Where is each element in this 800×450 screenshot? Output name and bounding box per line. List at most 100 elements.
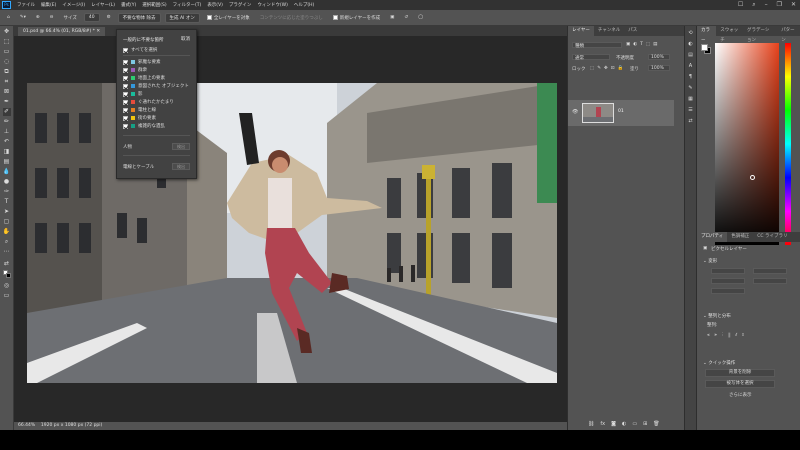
remove-background-button[interactable]: 背景を削除 [705,369,775,377]
tab-patterns[interactable]: パターン [777,26,800,43]
tab-layers[interactable]: レイヤー [568,26,594,36]
undo-icon[interactable]: ↺ [401,14,411,21]
new-layer-icon[interactable]: ⊞ [643,421,647,427]
new-layer-checkbox[interactable]: 新規レイヤーを作成 [330,14,383,22]
menu-filter[interactable]: フィルター(T) [170,2,205,8]
quick-actions-title[interactable]: ⌄ クイック操作 [703,360,735,366]
lock-icons[interactable]: ⬚✎✥⊡🔒 [590,66,626,71]
menu-edit[interactable]: 編集(E) [38,2,59,8]
maximize-icon[interactable]: ❐ [777,1,782,9]
adjustments-icon[interactable]: ◐ [687,40,695,48]
close-icon[interactable]: ✕ [791,1,796,9]
eyedropper-tool-icon[interactable]: ✒ [3,98,11,106]
canvas-image[interactable] [27,83,557,383]
marquee-tool-icon[interactable]: ▭ [3,48,11,56]
pen-tool-icon[interactable]: ✑ [3,188,11,196]
tab-gradients[interactable]: グラデーション [743,26,777,43]
foreground-background-swatch-icon[interactable] [2,270,11,278]
close-tab-icon[interactable]: ✕ [96,29,100,34]
remove-distractions-button[interactable]: 不要な物体 除去 [117,12,161,23]
history-icon[interactable]: ⟲ [687,29,695,37]
tab-cc-libraries[interactable]: CC ライブラリ [753,232,791,242]
eraser-tool-icon[interactable]: ◨ [3,148,11,156]
tab-paths[interactable]: パス [624,26,641,36]
menu-image[interactable]: イメージ(I) [59,2,88,8]
feedback-icon[interactable]: ▣ [387,14,397,21]
tab-properties[interactable]: プロパティ [697,232,728,242]
object-selection-tool-icon[interactable]: ⧉ [3,68,11,76]
align-buttons[interactable]: ⫷⫸⫶⫼⫽⫾ [707,332,749,338]
group-icon[interactable]: ▭ [632,421,637,427]
menu-file[interactable]: ファイル [14,2,38,8]
swatches-icon[interactable]: ▦ [687,95,695,103]
category-item[interactable]: 意図された オブジェクト [123,83,189,89]
layer-filter-icons[interactable]: ▣◐T⬚▤ [626,42,660,47]
clone-stamp-tool-icon[interactable]: ⊥ [3,128,11,136]
sample-all-layers-checkbox[interactable]: 全レイヤーを対象 [204,14,253,22]
category-item[interactable]: 電柱と線 [123,107,156,113]
category-item[interactable]: 影 [123,91,143,97]
channels-icon[interactable]: ⇄ [687,117,695,125]
crop-tool-icon[interactable]: ⌗ [3,78,11,86]
layer-style-icon[interactable]: fx [600,421,605,427]
type-tool-icon[interactable]: T [3,198,11,206]
color-field[interactable] [715,43,779,245]
move-tool-icon[interactable]: ✥ [3,28,11,36]
properties-icon[interactable]: ☰ [687,106,695,114]
link-layers-icon[interactable]: ⛓ [588,421,594,427]
cancel-icon[interactable]: ◯ [415,14,426,21]
layer-row[interactable]: 👁 01 [568,100,674,126]
category-item[interactable]: 邪魔な要素 [123,59,161,65]
remove-tool-icon[interactable]: ✐ [2,108,11,116]
tool-preset-icon[interactable]: ✎▾ [17,14,29,21]
share-icon[interactable]: ☐ [738,1,743,9]
menu-plugins[interactable]: プラグイン [226,2,255,8]
document-dimensions[interactable]: 1920 px x 1080 px (72 ppi) [41,423,102,428]
menu-help[interactable]: ヘルプ(H) [291,2,317,8]
frame-tool-icon[interactable]: ⊠ [3,88,11,96]
screen-mode-icon[interactable]: ▭ [3,292,11,300]
foreground-background-swatch-icon[interactable] [701,44,711,54]
hue-slider[interactable] [785,43,791,245]
blur-tool-icon[interactable]: 💧 [3,168,11,176]
fill-input[interactable]: 100% [648,65,670,71]
menu-select[interactable]: 選択範囲(S) [139,2,169,8]
brush-mode-add-icon[interactable]: ⊕ [33,14,43,21]
lasso-tool-icon[interactable]: ◌ [3,58,11,66]
brush-tool-icon[interactable]: ✏ [3,118,11,126]
shape-tool-icon[interactable]: ▢ [3,218,11,226]
adjustment-layer-icon[interactable]: ◐ [622,421,626,427]
size-input[interactable]: 40 [83,13,100,22]
height-input[interactable] [753,268,787,274]
zoom-tool-icon[interactable]: ⌕ [3,238,11,246]
width-input[interactable] [711,268,745,274]
cancel-button[interactable]: 取消 [181,36,190,42]
more-tools-icon[interactable]: ⋯ [3,248,11,256]
y-input[interactable] [753,278,787,284]
libraries-icon[interactable]: ▤ [687,51,695,59]
brush-settings-icon[interactable]: ⚙ [104,14,114,21]
brush-mode-subtract-icon[interactable]: ⊖ [47,14,57,21]
artboard-tool-icon[interactable]: ⬚ [3,38,11,46]
menu-window[interactable]: ウィンドウ(W) [254,2,290,8]
quick-mask-icon[interactable]: ◎ [3,282,11,290]
tab-adjustments[interactable]: 色調補正 [727,232,753,242]
x-input[interactable] [711,278,745,284]
select-all-checkbox[interactable]: すべてを選択 [123,47,157,53]
generative-ai-toggle[interactable]: 生成 AI オン [164,12,200,23]
category-item[interactable]: 地面上の要素 [123,75,165,81]
tab-swatches[interactable]: スウォッチ [716,26,743,43]
opacity-input[interactable]: 100% [648,54,670,60]
layer-name[interactable]: 01 [618,109,624,114]
category-item[interactable]: 街の要素 [123,115,156,121]
swap-colors-icon[interactable]: ⇄ [3,260,11,268]
dodge-tool-icon[interactable]: ● [3,178,11,186]
blend-mode-select[interactable]: 通常 [572,54,610,61]
menu-view[interactable]: 表示(V) [204,2,226,8]
history-brush-tool-icon[interactable]: ↶ [3,138,11,146]
gradient-tool-icon[interactable]: ▤ [3,158,11,166]
tab-color[interactable]: カラー [697,26,717,43]
path-selection-tool-icon[interactable]: ➤ [3,208,11,216]
show-more-link[interactable]: さらに表示 [729,392,752,398]
tab-channels[interactable]: チャンネル [594,26,624,36]
